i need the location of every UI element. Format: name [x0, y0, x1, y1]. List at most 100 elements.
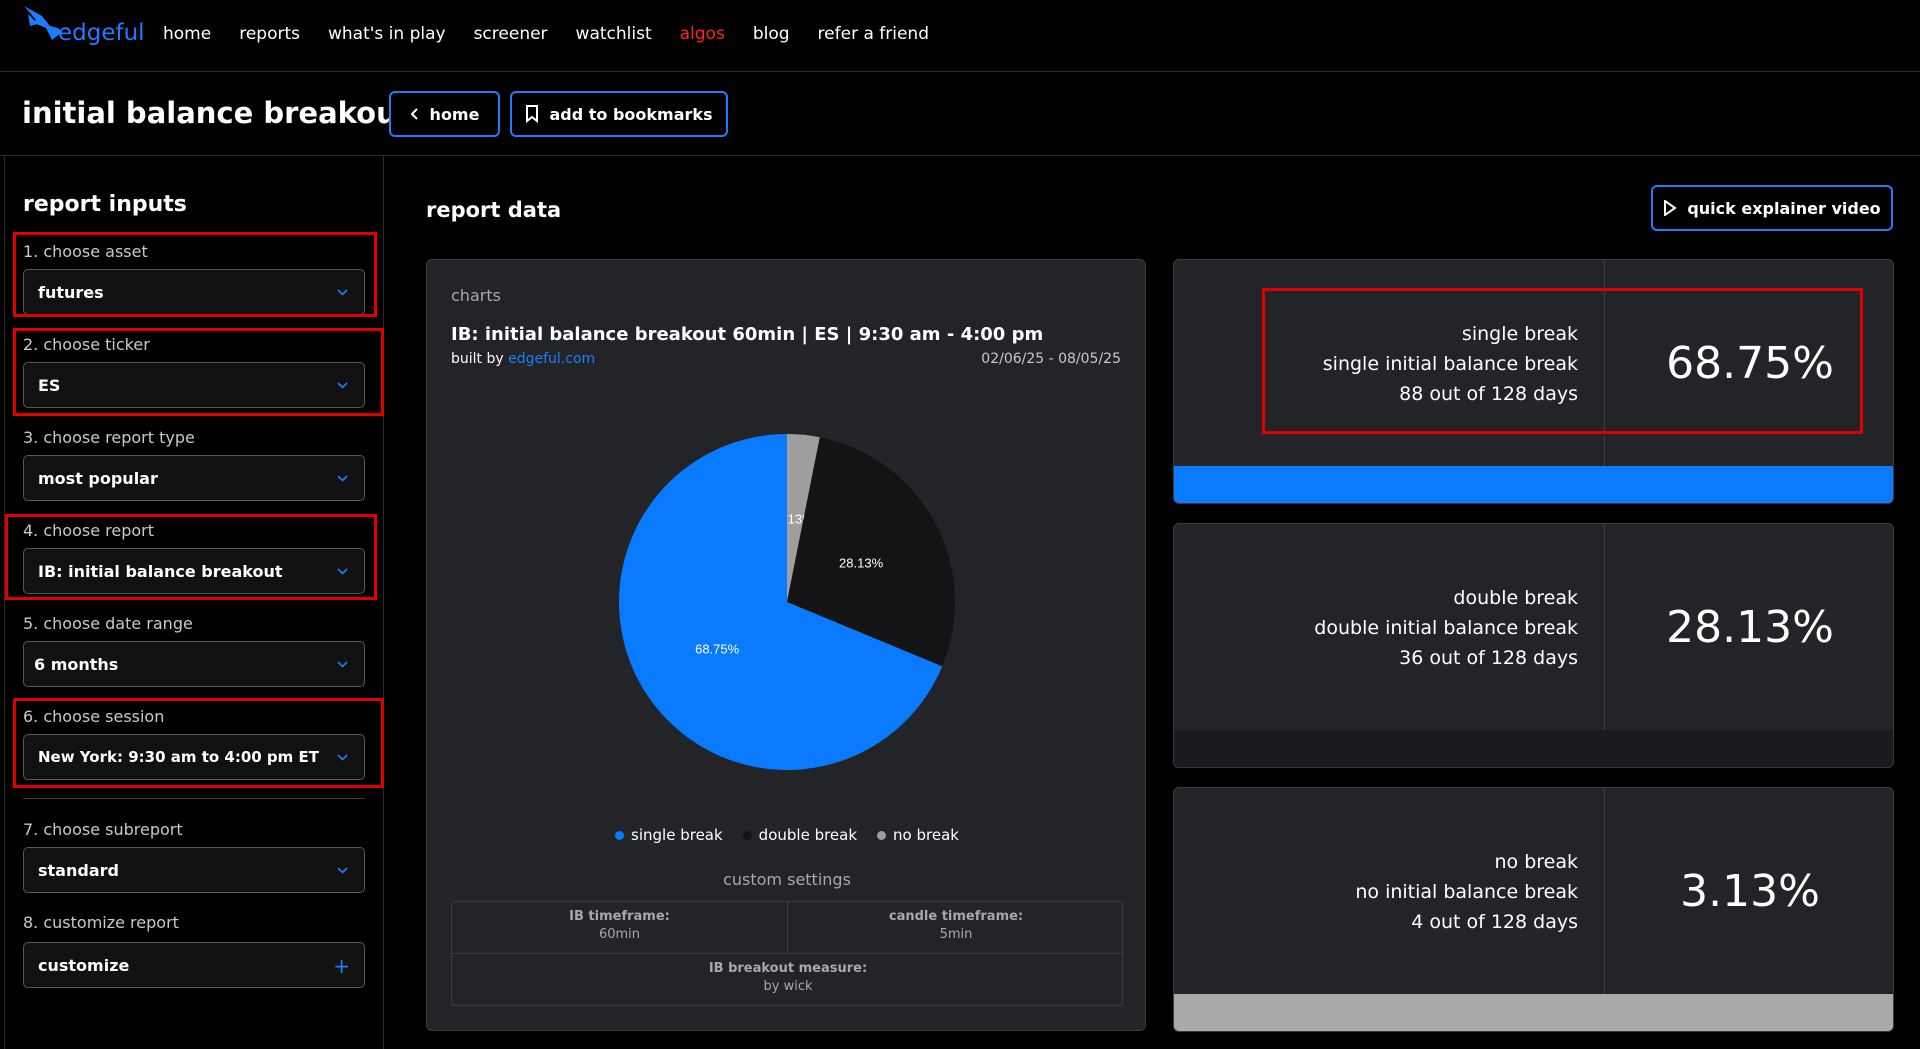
stat-text: no break no initial balance break 4 out … — [1355, 847, 1578, 937]
asset-label: 1. choose asset — [23, 242, 148, 261]
session-value: New York: 9:30 am to 4:00 pm ET — [38, 748, 319, 766]
stat-days: 36 out of 128 days — [1399, 647, 1578, 669]
chevron-down-icon — [337, 661, 348, 668]
ticker-label: 2. choose ticker — [23, 335, 150, 354]
subreport-select[interactable]: standard — [23, 847, 365, 893]
pie-data-label: 28.13% — [839, 555, 884, 570]
stat-card-double-break: double break double initial balance brea… — [1173, 523, 1894, 768]
legend-double-break[interactable]: double break — [742, 826, 858, 844]
stat-color-bar — [1174, 466, 1893, 503]
subreport-value: standard — [38, 860, 119, 880]
breakout-measure-cell: IB breakout measure: by wick — [452, 960, 1124, 996]
candle-timeframe-label: candle timeframe: — [888, 909, 1024, 924]
nav-home[interactable]: home — [163, 24, 211, 44]
stat-days: 88 out of 128 days — [1399, 383, 1578, 405]
nav-reports[interactable]: reports — [239, 24, 300, 44]
legend-single-break[interactable]: single break — [615, 826, 723, 844]
pie-chart: 3.13%28.13%68.75% — [619, 434, 955, 770]
bookmark-button-label: add to bookmarks — [549, 104, 713, 124]
nav-watchlist[interactable]: watchlist — [576, 24, 652, 44]
stat-text: double break double initial balance brea… — [1314, 583, 1578, 673]
nav-blog[interactable]: blog — [753, 24, 790, 44]
nav-whats-in-play[interactable]: what's in play — [328, 24, 446, 44]
stat-title: single break — [1461, 323, 1578, 345]
add-to-bookmarks-button[interactable]: add to bookmarks — [510, 91, 728, 137]
video-button-label: quick explainer video — [1687, 198, 1881, 218]
customize-label: 8. customize report — [23, 913, 179, 932]
chevron-down-icon — [337, 754, 348, 761]
legend-dot — [615, 830, 625, 840]
customize-button[interactable]: customize + — [23, 942, 365, 988]
session-label: 6. choose session — [23, 707, 165, 726]
breakout-measure-value: by wick — [763, 979, 813, 994]
top-navbar: edgeful home reports what's in play scre… — [0, 0, 1920, 72]
chevron-down-icon — [337, 867, 348, 874]
ticker-select[interactable]: ES — [23, 362, 365, 408]
bookmark-icon — [526, 105, 539, 123]
asset-select[interactable]: futures — [23, 269, 365, 315]
chart-legend: single break double break no break — [427, 826, 1147, 844]
custom-settings-title: custom settings — [723, 870, 851, 889]
quick-explainer-video-button[interactable]: quick explainer video — [1651, 185, 1893, 231]
plus-icon: + — [333, 954, 350, 978]
stat-color-bar — [1174, 994, 1893, 1031]
candle-timeframe-value: 5min — [939, 927, 973, 942]
subreport-label: 7. choose subreport — [23, 820, 183, 839]
nav-algos[interactable]: algos — [680, 24, 725, 44]
date-range-label: 5. choose date range — [23, 614, 193, 633]
report-value: IB: initial balance breakout — [38, 561, 283, 581]
stat-subtitle: no initial balance break — [1355, 881, 1578, 903]
stat-percent: 3.13% — [1680, 865, 1820, 917]
legend-label: double break — [758, 826, 858, 844]
stat-subtitle: double initial balance break — [1314, 617, 1578, 639]
home-button[interactable]: home — [389, 91, 500, 137]
page-title: initial balance breakout — [22, 96, 411, 130]
page-header: initial balance breakout home add to boo… — [0, 72, 1920, 156]
session-select[interactable]: New York: 9:30 am to 4:00 pm ET — [23, 734, 365, 780]
play-icon — [1664, 200, 1678, 216]
stat-percent: 28.13% — [1666, 601, 1834, 653]
stat-text: single break single initial balance brea… — [1323, 319, 1578, 409]
stat-days: 4 out of 128 days — [1411, 911, 1578, 933]
report-type-select[interactable]: most popular — [23, 455, 365, 501]
ib-timeframe-label: IB timeframe: — [569, 909, 670, 924]
candle-timeframe-cell: candle timeframe: 5min — [788, 908, 1124, 944]
report-select[interactable]: IB: initial balance breakout — [23, 548, 365, 594]
report-type-value: most popular — [38, 468, 158, 488]
chevron-down-icon — [337, 382, 348, 389]
chevron-down-icon — [337, 475, 348, 482]
ib-timeframe-value: 60min — [598, 927, 641, 942]
legend-no-break[interactable]: no break — [877, 826, 959, 844]
report-label: 4. choose report — [23, 521, 154, 540]
chevron-down-icon — [337, 289, 348, 296]
table-divider — [452, 953, 1124, 954]
ticker-value: ES — [38, 375, 61, 395]
stat-card-single-break: single break single initial balance brea… — [1173, 259, 1894, 504]
brand-name[interactable]: edgeful — [58, 20, 145, 46]
home-button-label: home — [429, 104, 480, 124]
sidebar-divider — [23, 798, 365, 799]
legend-dot — [742, 830, 752, 840]
ib-timeframe-cell: IB timeframe: 60min — [452, 908, 787, 944]
nav-links: home reports what's in play screener wat… — [163, 24, 957, 44]
chevron-left-icon — [410, 108, 418, 120]
breakout-measure-label: IB breakout measure: — [708, 961, 868, 976]
report-type-label: 3. choose report type — [23, 428, 195, 447]
nav-screener[interactable]: screener — [474, 24, 548, 44]
stat-percent: 68.75% — [1666, 337, 1834, 389]
report-inputs-sidebar: report inputs 1. choose asset futures 2.… — [4, 156, 384, 1049]
legend-label: no break — [893, 826, 959, 844]
stat-subtitle: single initial balance break — [1322, 353, 1578, 375]
legend-dot — [877, 830, 887, 840]
nav-refer-a-friend[interactable]: refer a friend — [818, 24, 929, 44]
chart-card: charts IB: initial balance breakout 60mi… — [426, 259, 1146, 1031]
report-data-title: report data — [426, 198, 562, 222]
stat-title: no break — [1494, 851, 1579, 873]
stat-title: double break — [1453, 587, 1578, 609]
date-range-select[interactable]: 6 months — [23, 641, 365, 687]
chevron-down-icon — [337, 568, 348, 575]
date-range-value: 6 months — [34, 654, 119, 674]
asset-value: futures — [38, 282, 104, 302]
stat-card-no-break: no break no initial balance break 4 out … — [1173, 787, 1894, 1032]
sidebar-title: report inputs — [23, 192, 187, 217]
